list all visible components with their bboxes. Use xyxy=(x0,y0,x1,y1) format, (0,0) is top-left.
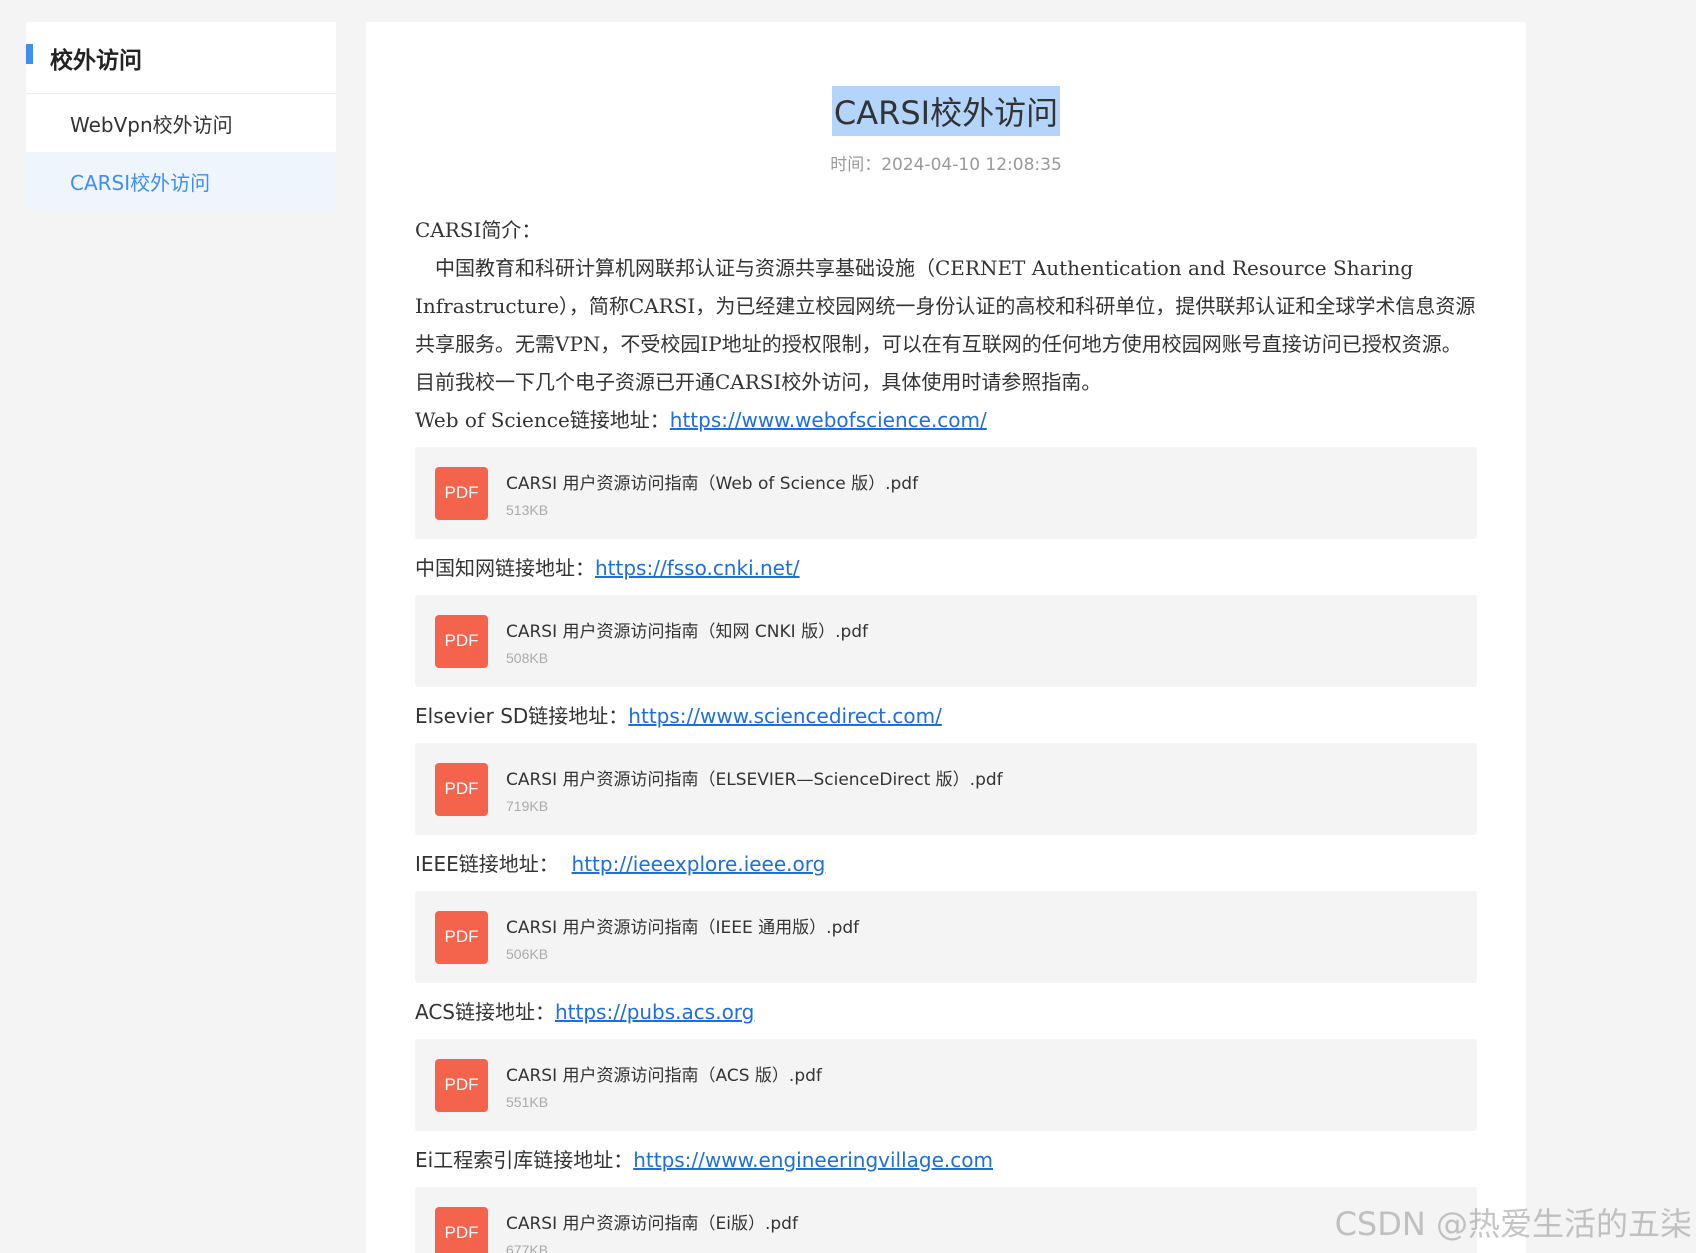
sidebar-header: 校外访问 xyxy=(26,22,336,94)
pdf-icon: PDF xyxy=(435,1206,488,1253)
resource-line: ACS链接地址：https://pubs.acs.org xyxy=(415,993,1477,1031)
time-label: 时间： xyxy=(830,155,882,175)
resource-label: Elsevier SD链接地址： xyxy=(415,704,629,728)
page-title: CARSI校外访问 xyxy=(831,86,1061,136)
pdf-icon: PDF xyxy=(435,1058,488,1112)
resource-line: 中国知网链接地址：https://fsso.cnki.net/ xyxy=(415,549,1477,587)
attachment-size: 513KB xyxy=(506,501,549,518)
resource-label: Ei工程索引库链接地址： xyxy=(415,1148,634,1172)
article-panel: CARSI校外访问 时间：2024-04-10 12:08:35 CARSI简介… xyxy=(366,22,1526,1253)
attachment-size: 551KB xyxy=(506,1093,549,1110)
attachment-size: 677KB xyxy=(506,1241,549,1253)
attachment[interactable]: PDF CARSI 用户资源访问指南（IEEE 通用版）.pdf 506KB xyxy=(415,891,1477,983)
resource-line: Ei工程索引库链接地址：https://www.engineeringvilla… xyxy=(415,1141,1477,1179)
attachment-size: 508KB xyxy=(506,649,549,666)
pdf-icon: PDF xyxy=(435,466,488,520)
resource-link[interactable]: https://fsso.cnki.net/ xyxy=(595,556,800,580)
resource-line: IEEE链接地址： http://ieeexplore.ieee.org xyxy=(415,845,1477,883)
attachment[interactable]: PDF CARSI 用户资源访问指南（知网 CNKI 版）.pdf 508KB xyxy=(415,595,1477,687)
attachment-name[interactable]: CARSI 用户资源访问指南（Web of Science 版）.pdf xyxy=(506,469,918,494)
pdf-icon: PDF xyxy=(435,910,488,964)
time-value: 2024-04-10 12:08:35 xyxy=(881,155,1062,175)
sidebar-item-webvpn[interactable]: WebVpn校外访问 xyxy=(26,94,336,152)
resource-label: IEEE链接地址： xyxy=(415,852,572,876)
intro-heading: CARSI简介： xyxy=(415,218,542,242)
article-content: CARSI简介： 中国教育和科研计算机网联邦认证与资源共享基础设施（CERNET… xyxy=(415,211,1477,1253)
attachment[interactable]: PDF CARSI 用户资源访问指南（Ei版）.pdf 677KB xyxy=(415,1187,1477,1253)
attachment-name[interactable]: CARSI 用户资源访问指南（ACS 版）.pdf xyxy=(506,1061,822,1086)
intro-body: 中国教育和科研计算机网联邦认证与资源共享基础设施（CERNET Authenti… xyxy=(415,256,1476,394)
resource-label: Web of Science链接地址： xyxy=(415,408,670,432)
attachment-name[interactable]: CARSI 用户资源访问指南（ELSEVIER—ScienceDirect 版）… xyxy=(506,765,1003,790)
resource-label: ACS链接地址： xyxy=(415,1000,555,1024)
pdf-icon: PDF xyxy=(435,614,488,668)
attachment[interactable]: PDF CARSI 用户资源访问指南（ELSEVIER—ScienceDirec… xyxy=(415,743,1477,835)
sidebar-title: 校外访问 xyxy=(50,47,142,74)
attachment[interactable]: PDF CARSI 用户资源访问指南（ACS 版）.pdf 551KB xyxy=(415,1039,1477,1131)
resource-link[interactable]: https://www.engineeringvillage.com xyxy=(633,1148,993,1172)
article-meta: 时间：2024-04-10 12:08:35 xyxy=(415,150,1477,175)
attachment-name[interactable]: CARSI 用户资源访问指南（Ei版）.pdf xyxy=(506,1209,798,1234)
resource-line: Elsevier SD链接地址：https://www.sciencedirec… xyxy=(415,697,1477,735)
attachment-name[interactable]: CARSI 用户资源访问指南（IEEE 通用版）.pdf xyxy=(506,913,859,938)
watermark: CSDN @热爱生活的五柒 xyxy=(1334,1205,1692,1243)
pdf-icon: PDF xyxy=(435,762,488,816)
resource-link[interactable]: http://ieeexplore.ieee.org xyxy=(572,852,826,876)
attachment-name[interactable]: CARSI 用户资源访问指南（知网 CNKI 版）.pdf xyxy=(506,617,868,642)
sidebar-item-carsi[interactable]: CARSI校外访问 xyxy=(26,152,336,210)
resource-link[interactable]: https://pubs.acs.org xyxy=(555,1000,754,1024)
resource-label: 中国知网链接地址： xyxy=(415,556,595,580)
attachment[interactable]: PDF CARSI 用户资源访问指南（Web of Science 版）.pdf… xyxy=(415,447,1477,539)
attachment-size: 719KB xyxy=(506,797,549,814)
sidebar-accent-bar xyxy=(26,44,33,64)
resource-link[interactable]: https://www.sciencedirect.com/ xyxy=(628,704,942,728)
sidebar: 校外访问 WebVpn校外访问 CARSI校外访问 xyxy=(26,22,336,210)
resource-link[interactable]: https://www.webofscience.com/ xyxy=(670,408,987,432)
resource-line: Web of Science链接地址：https://www.webofscie… xyxy=(415,401,1477,439)
attachment-size: 506KB xyxy=(506,945,549,962)
